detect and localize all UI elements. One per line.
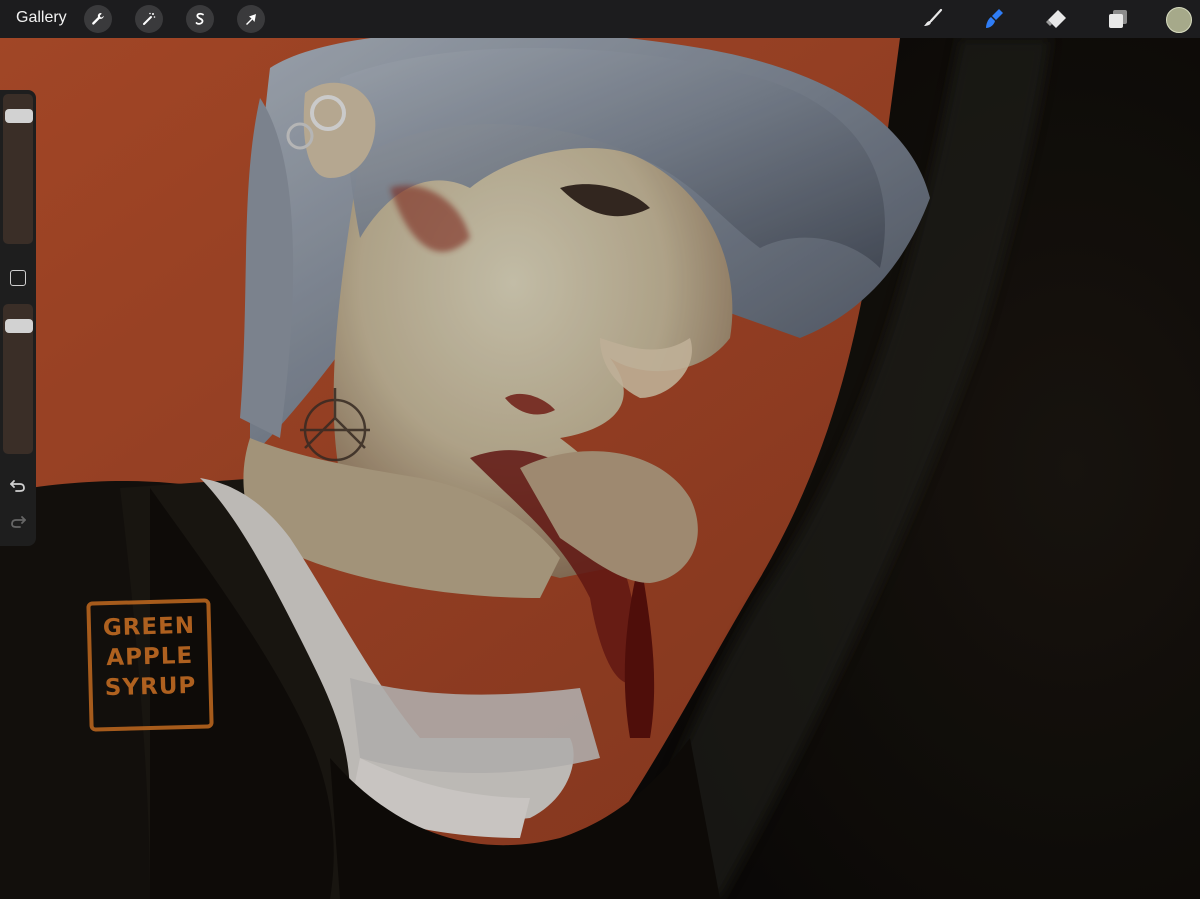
erase-tool-button[interactable] [1042,5,1070,33]
undo-icon[interactable] [9,476,27,494]
left-sidebar [0,90,36,546]
selection-icon [195,12,204,25]
adjustments-button[interactable] [135,5,163,33]
opacity-thumb[interactable] [5,319,33,334]
redo-icon[interactable] [9,512,27,530]
signature-line-3: SYRUP [104,672,197,702]
magic-wand-icon [143,12,156,25]
brush-size-slider[interactable] [3,94,33,244]
actions-button[interactable] [84,5,112,33]
wrench-icon [92,12,104,25]
color-picker-button[interactable] [1166,7,1192,33]
artist-signature-stamp: GREEN APPLE SYRUP [86,598,214,732]
brush-icon [924,8,943,26]
selection-button[interactable] [186,5,214,33]
smudge-tool-button[interactable] [980,5,1008,33]
signature-line-2: APPLE [106,642,194,672]
arrow-icon [246,14,256,25]
layers-icon [1109,10,1127,28]
eraser-icon [1046,10,1066,28]
layers-button[interactable] [1104,5,1132,33]
top-toolbar: Gallery [0,0,1200,38]
drawing-canvas[interactable]: GREEN APPLE SYRUP [0,38,1200,899]
paint-tool-button[interactable] [918,5,946,33]
brush-size-thumb[interactable] [5,109,33,124]
modify-button[interactable] [10,270,26,286]
transform-button[interactable] [237,5,265,33]
artwork-image [0,38,1200,899]
smudge-icon [986,9,1003,28]
opacity-slider[interactable] [3,304,33,454]
gallery-button[interactable]: Gallery [16,9,67,27]
signature-line-1: GREEN [102,612,196,642]
